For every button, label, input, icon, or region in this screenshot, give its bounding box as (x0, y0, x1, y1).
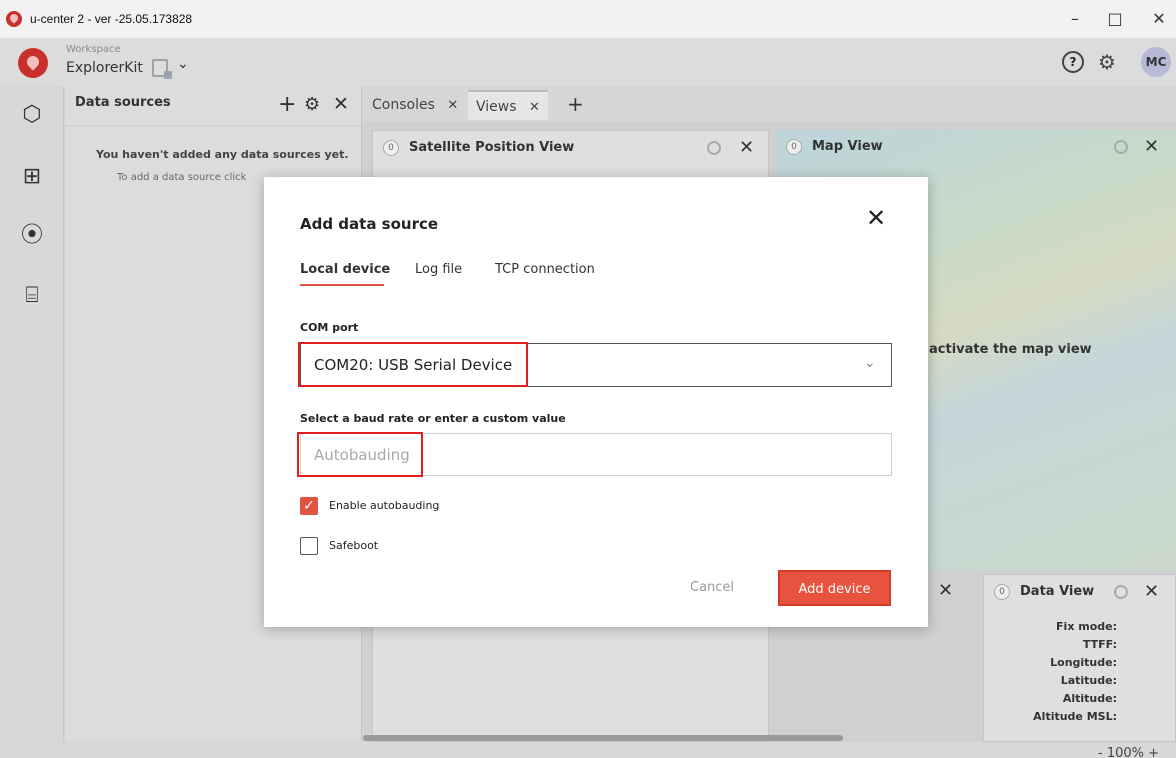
tab-tcp-connection[interactable]: TCP connection (495, 262, 595, 277)
latitude-label: Latitude: (1060, 674, 1117, 687)
close-icon[interactable]: ✕ (447, 98, 458, 113)
longitude-label: Longitude: (1050, 656, 1117, 669)
workspace-name[interactable]: ExplorerKit (66, 60, 143, 76)
close-icon[interactable]: ✕ (1144, 130, 1159, 164)
app-logo-icon (6, 11, 22, 27)
close-icon[interactable]: ✕ (866, 204, 886, 232)
status-bar (0, 742, 1176, 758)
empty-state-hint: To add a data source click (117, 172, 247, 183)
zoom-control[interactable]: - 100% + (1098, 746, 1159, 758)
empty-state-text: You haven't added any data sources yet. (96, 148, 349, 161)
close-icon[interactable]: ✕ (1144, 575, 1159, 609)
gauge-icon[interactable]: ⦿ (20, 224, 44, 248)
map-activate-text[interactable]: activate the map view (929, 342, 1092, 357)
refresh-icon[interactable] (1114, 585, 1128, 599)
chevron-down-icon[interactable]: ⌄ (177, 56, 189, 72)
cancel-button[interactable]: Cancel (690, 580, 734, 595)
data-sources-title: Data sources (75, 95, 171, 110)
view-badge: 0 (383, 140, 399, 156)
tab-log-file[interactable]: Log file (415, 262, 462, 277)
enable-autobauding-checkbox[interactable]: ✓ (300, 497, 318, 515)
gear-icon[interactable]: ⚙ (1098, 50, 1116, 74)
close-icon[interactable]: ✕ (529, 100, 540, 115)
view-badge: 0 (994, 584, 1010, 600)
add-widget-icon[interactable]: ⊞ (20, 165, 44, 189)
add-source-icon[interactable]: + (278, 92, 296, 117)
close-icon[interactable]: ✕ (739, 131, 754, 165)
workspace-logo-icon (18, 48, 48, 78)
active-tab-indicator (300, 284, 384, 286)
baud-rate-label: Select a baud rate or enter a custom val… (300, 412, 566, 425)
view-header: 0 Data View ✕ (984, 575, 1175, 609)
fix-mode-label: Fix mode: (1056, 620, 1117, 633)
altitude-label: Altitude: (1062, 692, 1117, 705)
ttff-label: TTFF: (1082, 638, 1117, 651)
refresh-icon[interactable] (1114, 140, 1128, 154)
chevron-down-icon[interactable]: ⌄ (864, 355, 876, 371)
com-port-label: COM port (300, 321, 359, 334)
refresh-icon[interactable] (707, 141, 721, 155)
safeboot-checkbox[interactable] (300, 537, 318, 555)
window-title: u-center 2 - ver -25.05.173828 (30, 12, 193, 26)
help-icon[interactable]: ? (1062, 51, 1084, 73)
workspace-document-icon[interactable] (152, 59, 172, 79)
tab-consoles[interactable]: Consoles ✕ (364, 90, 466, 120)
minimize-button[interactable]: – (1060, 8, 1090, 30)
toolbox-icon[interactable]: ⌸ (20, 284, 44, 308)
close-icon[interactable]: ✕ (938, 580, 953, 601)
enable-autobauding-label[interactable]: Enable autobauding (329, 499, 439, 512)
avatar[interactable]: MC (1141, 47, 1171, 77)
tab-views[interactable]: Views ✕ (468, 90, 548, 120)
view-header: 0 Satellite Position View ✕ (373, 131, 768, 165)
close-window-button[interactable]: ✕ (1144, 8, 1174, 30)
add-data-source-dialog (264, 177, 928, 627)
dialog-title: Add data source (300, 215, 439, 233)
maximize-button[interactable]: □ (1100, 8, 1130, 30)
close-icon[interactable]: ✕ (333, 93, 349, 115)
chip-icon[interactable]: ⬡ (20, 103, 44, 127)
workspace-label: Workspace (66, 44, 121, 55)
gear-icon[interactable]: ⚙ (304, 94, 320, 115)
map-view-header: 0 Map View ✕ (776, 130, 1176, 164)
safeboot-label[interactable]: Safeboot (329, 539, 378, 552)
add-tab-icon[interactable]: + (567, 92, 584, 116)
altitude-msl-label: Altitude MSL: (1033, 710, 1117, 723)
tab-local-device[interactable]: Local device (300, 262, 390, 277)
view-title: Data View (1020, 584, 1095, 599)
tab-label: Views (476, 99, 517, 115)
view-title: Map View (812, 139, 883, 154)
view-badge: 0 (786, 139, 802, 155)
com-port-value[interactable]: COM20: USB Serial Device (314, 356, 512, 374)
add-device-button[interactable]: Add device (778, 570, 891, 606)
view-title: Satellite Position View (409, 140, 575, 155)
horizontal-scrollbar[interactable] (363, 735, 843, 741)
tab-label: Consoles (372, 97, 435, 113)
baud-rate-placeholder[interactable]: Autobauding (314, 446, 410, 464)
